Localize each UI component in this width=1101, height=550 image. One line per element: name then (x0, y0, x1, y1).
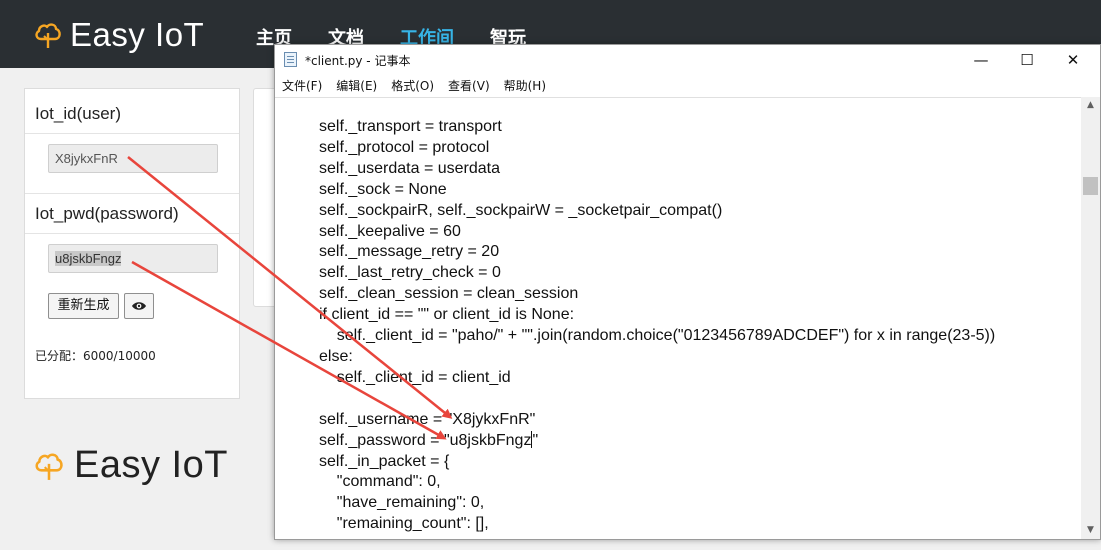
iot-pwd-title: Iot_pwd(password) (35, 204, 179, 223)
maximize-button[interactable]: ☐ (1004, 45, 1050, 75)
brand-name: Easy IoT (70, 16, 205, 53)
cloud-tree-logo-icon (35, 23, 61, 48)
brand-logo[interactable]: Easy IoT (34, 16, 204, 54)
iot-id-title: Iot_id(user) (35, 104, 121, 123)
menu-view[interactable]: 查看(V) (441, 75, 497, 97)
cloud-tree-logo-icon (35, 453, 63, 480)
notepad-icon (284, 52, 297, 67)
divider (25, 233, 239, 234)
menu-file[interactable]: 文件(F) (275, 75, 329, 97)
iot-pwd-value-selected: u8jskbFngz (55, 251, 122, 266)
scrollbar-thumb[interactable] (1083, 177, 1098, 195)
eye-icon (132, 302, 146, 310)
regenerate-button[interactable]: 重新生成 (48, 293, 119, 319)
notepad-menu-bar: 文件(F) 编辑(E) 格式(O) 查看(V) 帮助(H) (275, 75, 1100, 97)
vertical-scrollbar[interactable]: ▲ ▼ (1081, 97, 1100, 539)
scroll-up-arrow-icon[interactable]: ▲ (1081, 97, 1100, 114)
code-text: self._transport = transport self._protoc… (319, 117, 995, 535)
credentials-panel: Iot_id(user) X8jykxFnR Iot_pwd(password)… (24, 88, 240, 399)
show-password-button[interactable] (124, 293, 154, 319)
notepad-text-area[interactable]: self._transport = transport self._protoc… (275, 97, 1082, 539)
divider (25, 133, 239, 134)
divider (25, 193, 239, 194)
notepad-title-bar[interactable]: *client.py - 记事本 — ☐ ✕ (275, 45, 1100, 75)
menu-edit[interactable]: 编辑(E) (329, 75, 384, 97)
notepad-window[interactable]: *client.py - 记事本 — ☐ ✕ 文件(F) 编辑(E) 格式(O)… (274, 44, 1101, 540)
close-button[interactable]: ✕ (1050, 45, 1096, 75)
footer-brand-name: Easy IoT (74, 444, 228, 486)
allocated-count: 已分配：6000/10000 (35, 349, 156, 363)
iot-pwd-field[interactable]: u8jskbFngz (48, 244, 218, 273)
scroll-down-arrow-icon[interactable]: ▼ (1081, 522, 1100, 539)
menu-format[interactable]: 格式(O) (384, 75, 441, 97)
menu-help[interactable]: 帮助(H) (497, 75, 553, 97)
footer-brand: Easy IoT (34, 444, 228, 487)
notepad-title: *client.py - 记事本 (305, 54, 411, 68)
code-before-cursor: self._transport = transport self._protoc… (319, 118, 996, 449)
minimize-button[interactable]: — (958, 45, 1004, 75)
iot-id-field[interactable]: X8jykxFnR (48, 144, 218, 173)
